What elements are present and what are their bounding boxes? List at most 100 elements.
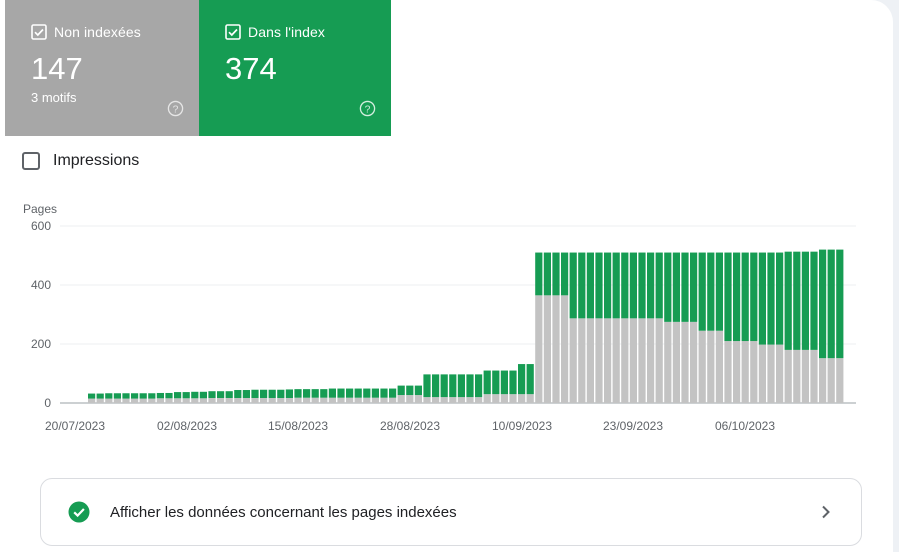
bar-segment[interactable] (758, 344, 766, 403)
bar-segment[interactable] (328, 397, 336, 403)
bar-segment[interactable] (96, 393, 104, 399)
bar-segment[interactable] (552, 252, 560, 296)
bar-segment[interactable] (457, 397, 465, 403)
bar-segment[interactable] (793, 349, 801, 403)
bar-segment[interactable] (371, 397, 379, 403)
indexed-pages-link[interactable]: Afficher les données concernant les page… (40, 478, 862, 546)
bar-segment[interactable] (733, 341, 741, 403)
bar-segment[interactable] (182, 392, 190, 399)
bar-segment[interactable] (724, 252, 732, 342)
bar-segment[interactable] (337, 397, 345, 403)
bar-segment[interactable] (595, 252, 603, 319)
bar-segment[interactable] (586, 318, 594, 403)
bar-segment[interactable] (595, 318, 603, 403)
bar-segment[interactable] (217, 391, 225, 398)
impressions-checkbox[interactable] (22, 152, 40, 170)
bar-segment[interactable] (406, 395, 414, 403)
bar-segment[interactable] (629, 252, 637, 319)
bar-segment[interactable] (638, 252, 646, 319)
bar-segment[interactable] (217, 397, 225, 403)
bar-segment[interactable] (234, 390, 242, 398)
bar-segment[interactable] (346, 388, 354, 398)
check-box-icon[interactable] (225, 24, 241, 40)
bar-segment[interactable] (801, 251, 809, 350)
bar-segment[interactable] (423, 374, 431, 398)
bar-segment[interactable] (277, 397, 285, 403)
bar-segment[interactable] (776, 252, 784, 345)
bar-segment[interactable] (260, 389, 268, 398)
bar-segment[interactable] (819, 358, 827, 403)
bar-segment[interactable] (225, 391, 233, 398)
bar-segment[interactable] (242, 390, 250, 398)
bar-segment[interactable] (681, 252, 689, 322)
help-circle-icon[interactable]: ? (167, 100, 184, 122)
bar-segment[interactable] (294, 389, 302, 398)
bar-segment[interactable] (612, 318, 620, 403)
bar-segment[interactable] (328, 388, 336, 398)
bar-segment[interactable] (139, 393, 147, 399)
bar-segment[interactable] (715, 252, 723, 331)
bar-segment[interactable] (621, 252, 629, 319)
bar-segment[interactable] (569, 318, 577, 403)
bar-segment[interactable] (604, 318, 612, 403)
bar-segment[interactable] (655, 318, 663, 403)
bar-segment[interactable] (174, 392, 182, 399)
bar-segment[interactable] (208, 397, 216, 403)
help-circle-icon[interactable]: ? (359, 100, 376, 122)
bar-segment[interactable] (561, 252, 569, 296)
bar-segment[interactable] (320, 397, 328, 403)
bar-segment[interactable] (294, 397, 302, 403)
bar-segment[interactable] (750, 341, 758, 403)
bar-segment[interactable] (492, 370, 500, 395)
bar-segment[interactable] (518, 364, 526, 395)
bar-segment[interactable] (535, 252, 543, 296)
bar-segment[interactable] (483, 370, 491, 395)
bar-segment[interactable] (234, 397, 242, 403)
bar-segment[interactable] (285, 397, 293, 403)
bar-segment[interactable] (414, 395, 422, 403)
bar-segment[interactable] (690, 252, 698, 322)
bar-segment[interactable] (629, 318, 637, 403)
bar-segment[interactable] (88, 393, 96, 399)
bar-segment[interactable] (363, 397, 371, 403)
bar-segment[interactable] (397, 395, 405, 403)
bar-segment[interactable] (586, 252, 594, 319)
bar-segment[interactable] (707, 330, 715, 403)
bar-segment[interactable] (268, 389, 276, 398)
bar-segment[interactable] (182, 398, 190, 403)
check-box-icon[interactable] (31, 24, 47, 40)
bar-segment[interactable] (767, 252, 775, 345)
bar-segment[interactable] (432, 397, 440, 403)
bar-segment[interactable] (784, 251, 792, 350)
bar-segment[interactable] (414, 385, 422, 396)
bar-segment[interactable] (354, 397, 362, 403)
bar-segment[interactable] (475, 397, 483, 403)
bar-segment[interactable] (311, 389, 319, 398)
bar-segment[interactable] (199, 391, 207, 399)
bar-segment[interactable] (698, 330, 706, 403)
bar-segment[interactable] (380, 388, 388, 398)
bar-segment[interactable] (432, 374, 440, 398)
bar-segment[interactable] (191, 398, 199, 403)
bar-segment[interactable] (285, 389, 293, 398)
bar-segment[interactable] (518, 394, 526, 403)
bar-segment[interactable] (543, 295, 551, 403)
bar-segment[interactable] (105, 398, 113, 403)
bar-segment[interactable] (449, 374, 457, 398)
bar-segment[interactable] (174, 398, 182, 403)
bar-segment[interactable] (96, 398, 104, 403)
bar-segment[interactable] (715, 330, 723, 403)
bar-segment[interactable] (320, 389, 328, 398)
bar-segment[interactable] (793, 251, 801, 350)
bar-segment[interactable] (371, 388, 379, 398)
bar-segment[interactable] (569, 252, 577, 319)
bar-segment[interactable] (389, 388, 397, 398)
bar-segment[interactable] (131, 398, 139, 403)
bar-segment[interactable] (612, 252, 620, 319)
bar-segment[interactable] (440, 374, 448, 398)
bar-segment[interactable] (767, 344, 775, 403)
bar-segment[interactable] (621, 318, 629, 403)
bar-segment[interactable] (483, 394, 491, 403)
bar-segment[interactable] (578, 252, 586, 319)
bar-segment[interactable] (810, 349, 818, 403)
